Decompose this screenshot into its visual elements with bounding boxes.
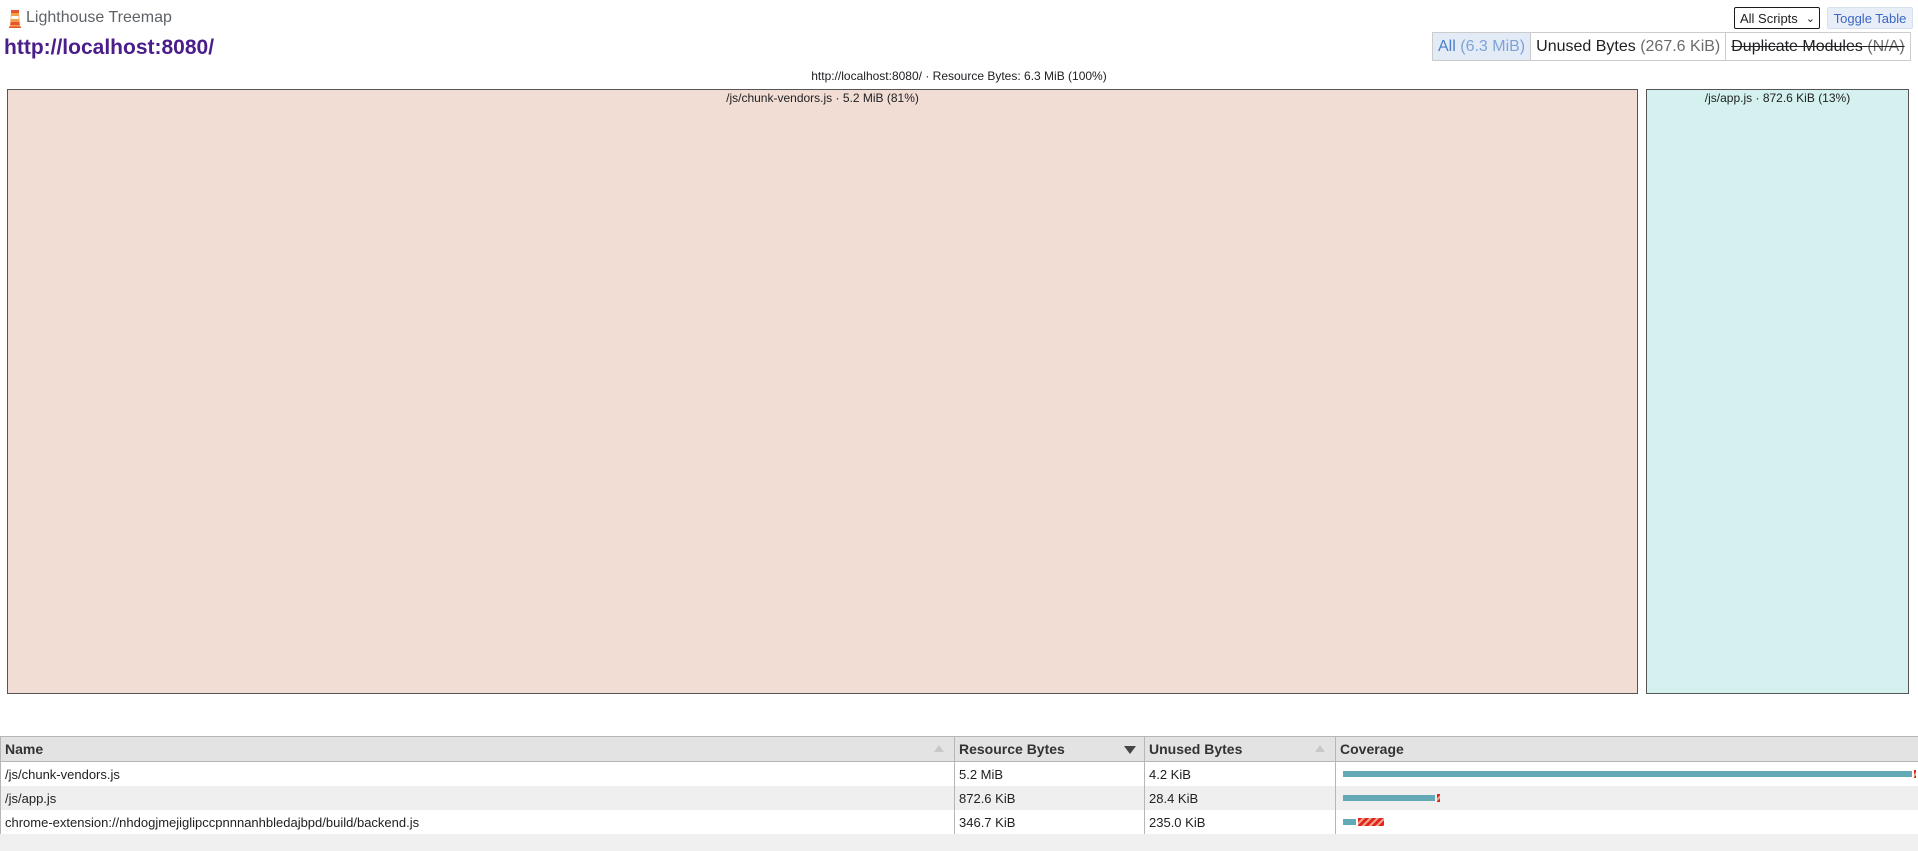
toggle-table-button[interactable]: Toggle Table <box>1827 7 1913 29</box>
column-header-resource-bytes[interactable]: Resource Bytes <box>954 736 1145 762</box>
mode-unused-bytes-button[interactable]: Unused Bytes (267.6 KiB) <box>1531 33 1727 60</box>
coverage-unused-segment <box>1358 818 1384 826</box>
view-mode-selector: All (6.3 MiB) Unused Bytes (267.6 KiB) D… <box>1432 32 1911 61</box>
column-header-name[interactable]: Name <box>0 736 955 762</box>
cell-resource-bytes: 5.2 MiB <box>954 761 1145 786</box>
cell-coverage <box>1335 761 1918 786</box>
column-header-label: Name <box>5 741 44 757</box>
coverage-bar <box>1340 762 1916 786</box>
cell-name: /js/app.js <box>0 786 955 810</box>
table-row[interactable]: /js/chunk-vendors.js 5.2 MiB 4.2 KiB <box>0 761 1918 786</box>
mode-all-size: (6.3 MiB) <box>1460 38 1526 55</box>
mode-all-button[interactable]: All (6.3 MiB) <box>1433 33 1532 60</box>
coverage-bar <box>1340 810 1914 834</box>
sort-desc-icon <box>1124 746 1136 754</box>
mode-unused-bytes-size: (267.6 KiB) <box>1640 38 1721 55</box>
cell-resource-bytes: 872.6 KiB <box>954 786 1145 810</box>
scripts-select-value: All Scripts <box>1740 11 1798 26</box>
mode-all-label: All <box>1438 38 1456 55</box>
column-header-unused-bytes[interactable]: Unused Bytes <box>1144 736 1336 762</box>
treemap-node-label: /js/app.js · 872.6 KiB (13%) <box>1704 91 1851 105</box>
scripts-table-container: Name Resource Bytes Unused Bytes Coverag… <box>0 736 1918 851</box>
coverage-unused-segment <box>1914 770 1916 778</box>
treemap-node-app[interactable]: /js/app.js · 872.6 KiB (13%) <box>1646 89 1909 694</box>
coverage-bar <box>1340 786 1914 810</box>
cell-unused-bytes: 235.0 KiB <box>1144 810 1336 834</box>
table-row[interactable]: /js/app.js 872.6 KiB 28.4 KiB <box>0 786 1918 810</box>
column-header-label: Resource Bytes <box>959 741 1065 757</box>
table-row[interactable]: chrome-extension://nhdogjmejiglipccpnnna… <box>0 810 1918 834</box>
lighthouse-logo-icon <box>9 10 21 28</box>
column-header-label: Unused Bytes <box>1149 741 1243 757</box>
mode-duplicate-modules-size: (N/A) <box>1867 38 1905 55</box>
app-title: Lighthouse Treemap <box>26 9 172 26</box>
column-header-label: Coverage <box>1340 741 1404 757</box>
cell-name: /js/chunk-vendors.js <box>0 761 955 786</box>
scripts-table: Name Resource Bytes Unused Bytes Coverag… <box>0 736 1918 834</box>
scripts-select[interactable]: All Scripts ⌄ <box>1734 7 1820 29</box>
treemap-header: http://localhost:8080/ · Resource Bytes:… <box>811 69 1107 83</box>
cell-unused-bytes: 28.4 KiB <box>1144 786 1336 810</box>
coverage-unused-segment <box>1437 794 1440 802</box>
cell-coverage <box>1335 786 1918 810</box>
mode-unused-bytes-label: Unused Bytes <box>1536 38 1636 55</box>
cell-unused-bytes: 4.2 KiB <box>1144 761 1336 786</box>
treemap: /js/chunk-vendors.js · 5.2 MiB (81%) /js… <box>7 89 1909 694</box>
treemap-node-chunk-vendors[interactable]: /js/chunk-vendors.js · 5.2 MiB (81%) <box>7 89 1638 694</box>
cell-name: chrome-extension://nhdogjmejiglipccpnnna… <box>0 810 955 834</box>
mode-duplicate-modules-button[interactable]: Duplicate Modules (N/A) <box>1726 33 1909 60</box>
sort-asc-icon <box>1315 745 1325 752</box>
treemap-node-label: /js/chunk-vendors.js · 5.2 MiB (81%) <box>726 91 919 105</box>
column-header-coverage[interactable]: Coverage <box>1335 736 1918 762</box>
page-url-title: http://localhost:8080/ <box>4 36 215 59</box>
coverage-used-segment <box>1343 819 1356 825</box>
sort-asc-icon <box>934 745 944 752</box>
coverage-used-segment <box>1343 795 1435 801</box>
cell-resource-bytes: 346.7 KiB <box>954 810 1145 834</box>
cell-coverage <box>1335 810 1918 834</box>
coverage-used-segment <box>1343 771 1912 777</box>
chevron-down-icon: ⌄ <box>1805 13 1815 25</box>
mode-duplicate-modules-label: Duplicate Modules <box>1731 38 1863 55</box>
